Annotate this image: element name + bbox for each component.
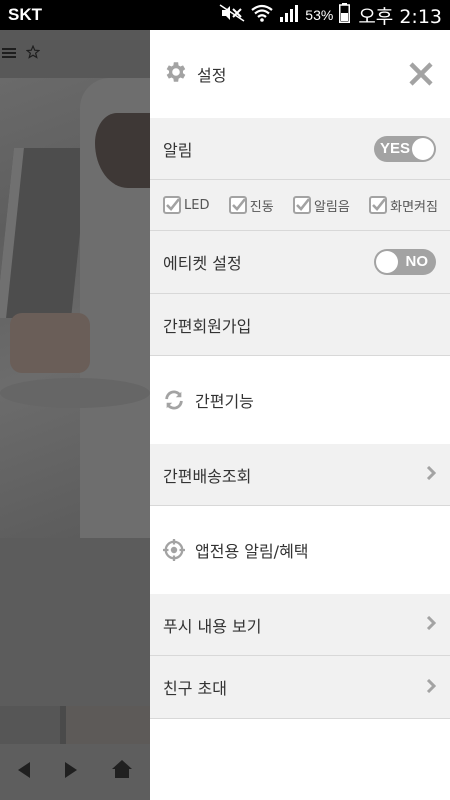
signup-row[interactable]: 간편회원가입 bbox=[150, 294, 450, 356]
checkbox-sound[interactable]: 알림음 bbox=[292, 196, 350, 215]
chevron-right-icon bbox=[426, 615, 437, 634]
refresh-icon bbox=[163, 389, 185, 411]
notification-label: 알림 bbox=[163, 140, 193, 160]
checkbox-checked-icon bbox=[163, 196, 181, 214]
background-thumbnail-strip bbox=[0, 706, 150, 744]
checkbox-label: 진동 bbox=[249, 199, 274, 215]
status-icons: 53% 오후 2:13 bbox=[219, 2, 442, 29]
close-icon bbox=[409, 62, 433, 86]
app-benefit-label: 앱전용 알림/혜택 bbox=[195, 542, 309, 561]
drawer-title: 설정 bbox=[197, 66, 227, 85]
clock: 오후 2:13 bbox=[358, 5, 442, 28]
background-nav-bar bbox=[0, 744, 150, 800]
status-bar: SKT 53% 오후 2:13 bbox=[0, 0, 450, 30]
settings-drawer: 설정 알림 YES LED 진동 알림음 화면켜짐 에티켓 설정 NO 간편회원… bbox=[150, 30, 450, 800]
carrier-label: SKT bbox=[8, 5, 42, 24]
checkbox-label: 알림음 bbox=[313, 199, 350, 215]
app-benefit-section: 앱전용 알림/혜택 bbox=[150, 506, 450, 594]
back-arrow-icon bbox=[17, 760, 31, 785]
close-button[interactable] bbox=[406, 59, 436, 89]
background-product-image bbox=[0, 78, 150, 538]
notification-checkboxes: LED 진동 알림음 화면켜짐 bbox=[163, 196, 438, 215]
forward-arrow-icon bbox=[64, 760, 78, 785]
delivery-tracking-row[interactable]: 간편배송조회 bbox=[150, 444, 450, 506]
home-icon bbox=[111, 759, 133, 785]
notification-row: 알림 YES bbox=[150, 118, 450, 180]
invite-friend-row[interactable]: 친구 초대 bbox=[150, 656, 450, 719]
easy-feature-section: 간편기능 bbox=[150, 356, 450, 444]
checkbox-led[interactable]: LED bbox=[163, 196, 209, 214]
signal-icon bbox=[279, 4, 299, 26]
checkbox-vibrate[interactable]: 진동 bbox=[228, 196, 274, 215]
wifi-icon bbox=[251, 4, 273, 26]
checkbox-label: 화면켜짐 bbox=[390, 199, 438, 215]
etiquette-label: 에티켓 설정 bbox=[163, 254, 242, 273]
easy-feature-label: 간편기능 bbox=[195, 392, 254, 411]
signup-label: 간편회원가입 bbox=[163, 316, 252, 336]
etiquette-toggle[interactable]: NO bbox=[374, 249, 436, 275]
invite-friend-label: 친구 초대 bbox=[163, 679, 227, 698]
menu-icon bbox=[2, 45, 16, 63]
checkbox-checked-icon bbox=[292, 196, 311, 214]
notification-options-row: LED 진동 알림음 화면켜짐 bbox=[150, 180, 450, 231]
checkbox-checked-icon bbox=[228, 196, 247, 214]
chevron-right-icon bbox=[426, 465, 437, 484]
star-icon bbox=[25, 44, 41, 63]
checkbox-label: LED bbox=[184, 197, 210, 213]
toggle-knob bbox=[412, 137, 434, 160]
target-icon bbox=[163, 539, 185, 561]
drawer-header: 설정 bbox=[150, 30, 450, 118]
chevron-right-icon bbox=[426, 678, 437, 697]
delivery-tracking-label: 간편배송조회 bbox=[163, 466, 252, 486]
background-content-area bbox=[0, 538, 150, 706]
checkbox-screen-on[interactable]: 화면켜짐 bbox=[369, 196, 438, 215]
battery-icon bbox=[339, 3, 351, 27]
checkbox-checked-icon bbox=[369, 196, 388, 214]
mute-icon bbox=[219, 4, 245, 26]
etiquette-toggle-label: NO bbox=[405, 253, 429, 270]
battery-percent: 53% bbox=[305, 7, 334, 23]
push-view-row[interactable]: 푸시 내용 보기 bbox=[150, 594, 450, 656]
background-toolbar bbox=[0, 30, 150, 78]
notification-toggle-label: YES bbox=[380, 139, 411, 157]
toggle-knob bbox=[376, 251, 398, 273]
notification-toggle[interactable]: YES bbox=[374, 135, 436, 162]
etiquette-row: 에티켓 설정 NO bbox=[150, 231, 450, 294]
gear-icon bbox=[163, 59, 189, 89]
push-view-label: 푸시 내용 보기 bbox=[163, 616, 262, 636]
